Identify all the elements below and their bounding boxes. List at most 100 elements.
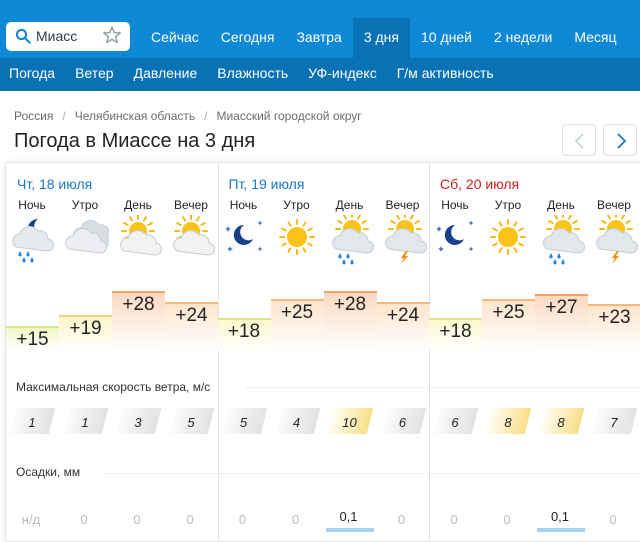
- subnav-item-3[interactable]: Влажность: [217, 58, 288, 91]
- breadcrumb: Россия / Челябинская область / Миасский …: [14, 109, 362, 123]
- favorite-star-icon[interactable]: [102, 25, 122, 45]
- clear-night-icon: [224, 220, 262, 252]
- temperature-bar: +25: [482, 299, 535, 350]
- temperature-bar: +25: [270, 299, 324, 350]
- wind-speed-value: 8: [504, 415, 512, 430]
- parameter-nav: Погода Ветер Давление Влажность УФ-индекс Г/м…: [0, 58, 640, 91]
- wind-speed-value: 5: [187, 415, 195, 430]
- temperature-value: +19: [69, 318, 102, 340]
- tab-1[interactable]: Сегодня: [210, 18, 286, 58]
- day-divider: [429, 163, 430, 541]
- wind-speed-value: 1: [28, 415, 36, 430]
- day-header[interactable]: Чт, 18 июля: [17, 176, 92, 192]
- wind-speed-value: 7: [610, 415, 618, 430]
- temperature-value: +15: [16, 329, 49, 350]
- precip-section-label: Осадки, мм: [16, 465, 81, 479]
- wind-speed-value: 1: [81, 415, 89, 430]
- breadcrumb-separator: /: [204, 109, 208, 123]
- wind-speed-value: 4: [292, 415, 301, 430]
- forecast-card: Максимальная скорость ветра, м/с Осадки,…: [5, 162, 640, 542]
- breadcrumb-region[interactable]: Челябинская область: [75, 109, 195, 123]
- divider: [246, 387, 640, 388]
- period-label: Вечер: [597, 198, 631, 212]
- temperature-value: +18: [227, 320, 261, 342]
- day-divider: [217, 163, 219, 541]
- temperature-bar: +18: [429, 317, 482, 350]
- precipitation-value: 0: [397, 512, 406, 527]
- sun-icon: [490, 219, 526, 255]
- sun-cloud-rain-icon: [331, 215, 374, 265]
- subnav-item-2[interactable]: Давление: [134, 58, 198, 91]
- tab-3[interactable]: 3 дня: [352, 18, 410, 58]
- wind-speed-value: 3: [134, 415, 142, 430]
- top-nav: Миасс Сейчас Сегодня Завтра 3 дня 10 дней 2 н…: [0, 0, 640, 58]
- night-cloud-rain-icon: [12, 218, 54, 263]
- clear-night-icon: [436, 220, 474, 252]
- precipitation-value: 0,1: [339, 509, 358, 524]
- precipitation-bar: [325, 528, 374, 532]
- chevron-right-icon: [617, 133, 627, 149]
- temperature-bar: +18: [217, 317, 271, 350]
- wind-section-label: Максимальная скорость ветра, м/с: [16, 380, 211, 394]
- wind-speed-value: 6: [451, 415, 459, 430]
- wind-speed-value: 8: [557, 415, 565, 430]
- period-label: Вечер: [174, 198, 208, 212]
- subnav-item-5[interactable]: Г/м активность: [397, 58, 494, 91]
- tab-0[interactable]: Сейчас: [140, 18, 210, 58]
- prev-period-button[interactable]: [562, 124, 596, 156]
- temperature-bar: +23: [588, 304, 640, 350]
- period-label: Ночь: [229, 198, 258, 212]
- wind-speed-value: 10: [342, 415, 357, 430]
- wind-speed-value: 6: [398, 415, 407, 430]
- precipitation-value: 0: [609, 512, 617, 527]
- temperature-value: +28: [122, 293, 155, 315]
- period-label: Вечер: [385, 198, 420, 212]
- precipitation-value: 0: [186, 512, 194, 527]
- precipitation-value: 0: [80, 512, 88, 527]
- breadcrumb-separator: /: [62, 109, 66, 123]
- tab-6[interactable]: Месяц: [563, 18, 627, 58]
- sun-cloud-rain-icon: [543, 215, 585, 265]
- precipitation-value: н/д: [21, 512, 41, 527]
- temperature-value: +18: [439, 320, 472, 342]
- city-search[interactable]: Миасс: [6, 22, 130, 51]
- search-city-value[interactable]: Миасс: [36, 28, 77, 44]
- tab-4[interactable]: 10 дней: [410, 18, 483, 58]
- temperature-bar: +24: [165, 301, 218, 350]
- cloudy-icon: [65, 220, 109, 254]
- temperature-bar: +27: [535, 293, 588, 350]
- subnav-item-4[interactable]: УФ-индекс: [308, 58, 377, 91]
- day-header[interactable]: Пт, 19 июля: [229, 176, 305, 192]
- sun-cloud-icon: [120, 215, 162, 256]
- sun-icon: [278, 219, 315, 255]
- period-label: Утро: [494, 198, 522, 212]
- tab-2[interactable]: Завтра: [285, 18, 352, 58]
- wind-speed-value: 5: [239, 415, 248, 430]
- precipitation-value: 0,1: [550, 509, 570, 524]
- temperature-value: +28: [333, 293, 367, 315]
- sun-cloud-thunder-icon: [596, 215, 638, 264]
- temperature-bar: +24: [376, 301, 430, 350]
- sun-cloud-icon: [173, 215, 215, 256]
- next-period-button[interactable]: [603, 124, 637, 156]
- divider: [106, 473, 640, 474]
- temperature-value: +25: [280, 302, 314, 323]
- sun-cloud-thunder-icon: [384, 215, 427, 264]
- day-header[interactable]: Сб, 20 июля: [440, 176, 519, 192]
- temperature-bar: +28: [112, 290, 165, 350]
- page-title: Погода в Миассе на 3 дня: [14, 130, 256, 152]
- temperature-value: +23: [598, 307, 631, 329]
- search-icon: [15, 28, 31, 44]
- temperature-value: +27: [545, 296, 578, 318]
- breadcrumb-district[interactable]: Миасский городской округ: [216, 109, 361, 123]
- tab-5[interactable]: 2 недели: [483, 18, 563, 58]
- breadcrumb-country[interactable]: Россия: [14, 109, 53, 123]
- temperature-value: +24: [386, 304, 420, 326]
- subnav-item-0[interactable]: Погода: [9, 58, 55, 91]
- subnav-item-1[interactable]: Ветер: [75, 58, 114, 91]
- precipitation-bar: [537, 528, 585, 532]
- period-label: День: [124, 198, 152, 212]
- period-label: Утро: [283, 198, 310, 212]
- precipitation-value: 0: [450, 512, 458, 527]
- forecast-range-tabs: Сейчас Сегодня Завтра 3 дня 10 дней 2 недели М…: [140, 18, 628, 58]
